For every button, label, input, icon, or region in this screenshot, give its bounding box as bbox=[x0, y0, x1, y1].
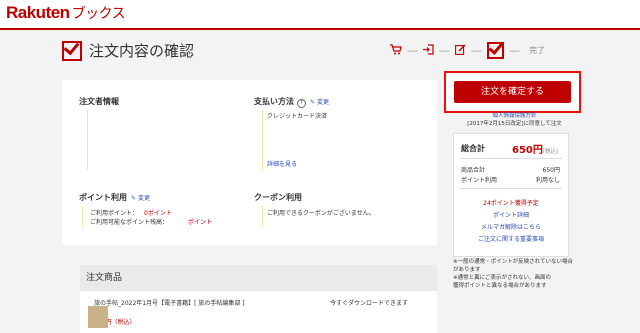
confirm-button-highlight: 注文を確定する bbox=[444, 71, 581, 113]
payment-method-label: 支払い方法 bbox=[254, 97, 294, 106]
divider bbox=[82, 206, 83, 226]
footnote-line: ※通常と異にご表示がされない、画面の bbox=[453, 275, 551, 281]
points-used-row: ご利用ポイント： 0ポイント bbox=[90, 208, 172, 217]
payment-method-value: クレジットカード決済 bbox=[267, 113, 328, 120]
points-available-value: ポイント bbox=[188, 219, 213, 226]
privacy-agreement-text: [2017年2月15日改定]に同意して注文 bbox=[467, 121, 562, 127]
points-earn-label: 24ポイント獲得予定 bbox=[483, 200, 539, 207]
order-info-card: 注文者情報 支払い方法? ✎ 変更 クレジットカード決済 詳細を見る ポイント利用… bbox=[62, 80, 437, 245]
points-used-value: 0ポイント bbox=[144, 210, 172, 217]
ordered-items-card: 注文商品 旅の手帖_2022年1月号【電子書籍】[ 旅の手帖編集部 ] 今すぐダ… bbox=[80, 265, 437, 333]
payment-change-link[interactable]: ✎ 変更 bbox=[310, 99, 329, 106]
item-thumbnail[interactable] bbox=[88, 306, 108, 328]
product-total-label: 商品合計 bbox=[461, 167, 486, 174]
coupon-status-text: ご利用できるクーポンがございません。 bbox=[267, 210, 375, 217]
point-change-label: 変更 bbox=[137, 195, 150, 202]
page-title: 注文内容の確認 bbox=[89, 42, 195, 60]
payment-detail-link[interactable]: 詳細を見る bbox=[267, 159, 297, 168]
product-total-value: 650円 bbox=[542, 167, 560, 174]
logo-books: ブックス bbox=[71, 5, 126, 21]
confirm-order-button[interactable]: 注文を確定する bbox=[454, 81, 571, 103]
login-icon bbox=[423, 43, 434, 58]
point-usage-heading: ポイント利用 ✎ 変更 bbox=[79, 192, 150, 203]
footnote-line: ※一般の通常・ポイントが反映されていない場合があります bbox=[453, 259, 573, 273]
help-icon[interactable]: ? bbox=[297, 99, 306, 108]
points-available-row: ご利用可能なポイント残高： ポイント bbox=[90, 217, 212, 226]
total-value: 650円 bbox=[512, 145, 543, 156]
divider bbox=[460, 158, 562, 159]
divider bbox=[262, 206, 263, 226]
confirm-step-icon bbox=[487, 42, 504, 59]
divider bbox=[262, 110, 263, 170]
step-complete-label: 完了 bbox=[529, 46, 545, 55]
progress-steps: — — — — 完了 bbox=[390, 42, 545, 59]
order-notes-link[interactable]: ご注文に関する重要事項 bbox=[454, 234, 568, 243]
cart-icon bbox=[390, 43, 402, 58]
coupon-heading: クーポン利用 bbox=[254, 193, 302, 202]
step-separator: — bbox=[407, 44, 418, 57]
mailmag-unsubscribe-link[interactable]: メルマガ解除はこちら bbox=[454, 222, 568, 231]
order-summary: 総合計 650円(税込) 商品合計 650円 ポイント利用 利用なし 24ポイン… bbox=[453, 133, 569, 257]
page-heading: 注文内容の確認 bbox=[62, 40, 194, 61]
orderer-info-heading: 注文者情報 bbox=[79, 97, 119, 106]
points-used-label: ご利用ポイント： bbox=[90, 210, 139, 217]
point-usage-label: ポイント利用 bbox=[79, 193, 127, 202]
payment-method-heading: 支払い方法? ✎ 変更 bbox=[254, 96, 329, 108]
item-delivery: 今すぐダウンロードできます bbox=[330, 300, 409, 307]
step-separator: — bbox=[439, 44, 450, 57]
rakuten-books-logo[interactable]: Rakuten ブックス bbox=[6, 3, 126, 23]
step-separator: — bbox=[471, 44, 482, 57]
total-label: 総合計 bbox=[461, 144, 485, 153]
ordered-items-header: 注文商品 bbox=[80, 265, 437, 291]
privacy-policy-link[interactable]: 個人情報保護方針 bbox=[452, 112, 577, 120]
total-value-row: 650円(税込) bbox=[512, 141, 558, 156]
confirm-note: 個人情報保護方針 [2017年2月15日改定]に同意して注文 bbox=[452, 112, 577, 128]
point-change-link[interactable]: ✎ 変更 bbox=[131, 195, 150, 202]
total-tax-note: (税込) bbox=[542, 149, 559, 155]
step-separator: — bbox=[509, 44, 520, 57]
top-header: Rakuten ブックス bbox=[0, 0, 640, 30]
payment-change-label: 変更 bbox=[316, 99, 329, 106]
logo-brand: Rakuten bbox=[6, 3, 70, 22]
divider bbox=[87, 110, 88, 170]
divider bbox=[460, 188, 562, 189]
summary-footnote: ※一般の通常・ポイントが反映されていない場合があります ※通常と異にご表示がされ… bbox=[453, 258, 578, 290]
edit-icon bbox=[455, 43, 466, 58]
checkbox-check-icon bbox=[62, 40, 82, 61]
footnote-line: 獲得ポイントと異なる場合があります bbox=[453, 283, 547, 289]
points-available-label: ご利用可能なポイント残高： bbox=[90, 219, 169, 226]
point-usage-summary-value: 利用なし bbox=[535, 177, 560, 184]
point-detail-link[interactable]: ポイント詳細 bbox=[454, 210, 568, 219]
point-usage-summary-label: ポイント利用 bbox=[461, 177, 498, 184]
item-title[interactable]: 旅の手帖_2022年1月号【電子書籍】[ 旅の手帖編集部 ] bbox=[94, 298, 245, 307]
